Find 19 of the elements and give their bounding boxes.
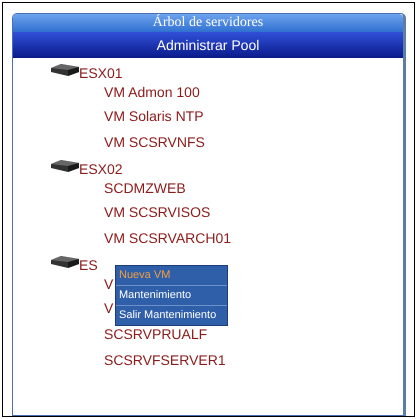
menu-item[interactable]: Mantenimiento [116,286,227,306]
vm-item[interactable]: VM SCSRVISOS [104,199,210,225]
server-name[interactable]: ES [79,257,98,273]
vm-item[interactable]: SCDMZWEB [104,177,186,199]
vm-item[interactable]: VM SCSRVARCH01 [104,225,232,251]
server-name[interactable]: ESX01 [79,65,123,81]
server-icon [51,159,79,173]
vm-item[interactable]: SCSRVFSERVER1 [104,347,226,373]
vm-item[interactable]: V [104,273,114,295]
vm-item[interactable]: VM Admon 100 [104,81,200,103]
server-icon [51,63,79,77]
vm-item[interactable]: VM SCSRVNFS [104,129,205,155]
server-name[interactable]: ESX02 [79,161,123,177]
vm-item[interactable]: V [104,295,114,321]
panel-subtitle: Administrar Pool [13,32,403,58]
server-icon [51,255,79,269]
vm-item[interactable]: VM Solaris NTP [104,103,204,129]
panel-title: Árbol de servidores [13,14,403,32]
menu-item[interactable]: Salir Mantenimiento [116,306,227,325]
